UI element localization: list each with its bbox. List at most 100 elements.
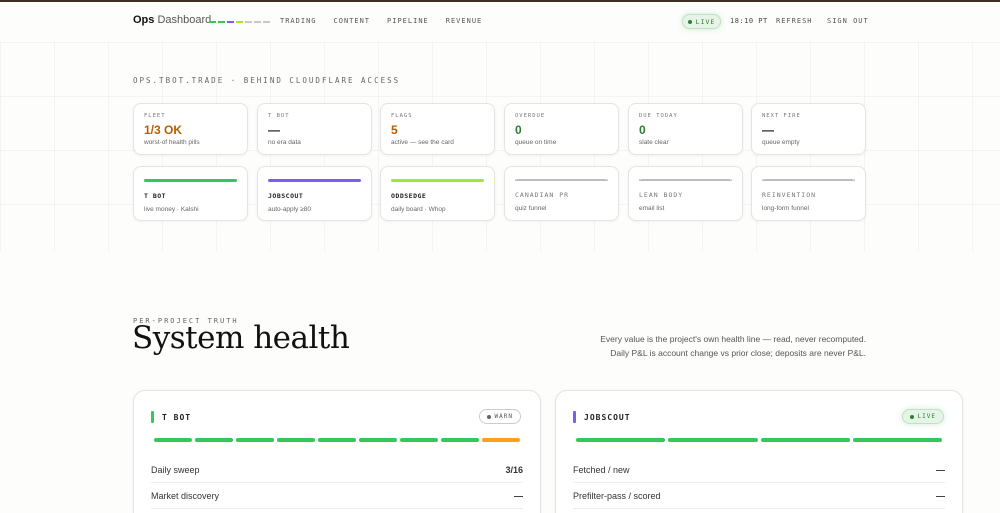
project-sub: long-form funnel	[762, 205, 809, 212]
brand-status-bar	[209, 21, 270, 23]
stat-value: —	[268, 123, 280, 137]
live-dot-icon	[687, 19, 692, 24]
health-segment	[154, 438, 192, 442]
health-segment	[359, 438, 397, 442]
health-row-value: —	[936, 464, 945, 475]
health-row-label: Daily sweep	[151, 464, 200, 475]
health-row-value: —	[936, 490, 945, 501]
brand-bar-segment	[236, 21, 243, 23]
health-segment	[852, 438, 942, 442]
top-nav: Ops Dashboard TRADING CONTENT PIPELINE REVE…	[0, 2, 1000, 40]
stat-sub: worst-of health pills	[144, 139, 200, 146]
project-sub: live money · Kalshi	[144, 206, 199, 213]
section-intro: Every value is the project's own health …	[536, 332, 866, 360]
health-row-value: —	[514, 490, 523, 501]
project-card-oddsedge[interactable]: ODDSEDGE daily board · Whop	[380, 166, 495, 221]
brand-bar-segment	[218, 21, 225, 23]
stat-value: 5	[391, 123, 398, 137]
health-segment	[482, 438, 520, 442]
health-segment	[195, 438, 233, 442]
health-row: Prefilter-pass / scored —	[573, 483, 945, 509]
stat-sub: queue on time	[515, 139, 557, 146]
badge-label: WARN	[494, 413, 513, 420]
stat-card-next-fire: NEXT FIRE — queue empty	[751, 103, 866, 155]
brand-bar-segment	[263, 21, 270, 23]
health-row: Fetched / new —	[573, 457, 945, 483]
health-segment	[236, 438, 274, 442]
brand-bar-segment	[227, 21, 234, 23]
project-sub: auto-apply ≥80	[268, 206, 311, 213]
health-segment	[318, 438, 356, 442]
project-card-t-bot[interactable]: T BOT live money · Kalshi	[133, 166, 248, 221]
stat-label: OVERDUE	[515, 113, 546, 119]
brand-bar-segment	[209, 21, 216, 23]
badge-label: LIVE	[917, 413, 936, 420]
clock: 18:10 PT	[730, 17, 768, 25]
health-card-name: JOBSCOUT	[584, 412, 631, 422]
project-sub: daily board · Whop	[391, 206, 446, 213]
intro-line-1: Every value is the project's own health …	[600, 334, 866, 344]
health-segment	[400, 438, 438, 442]
project-name: REINVENTION	[762, 191, 817, 199]
brand-logo[interactable]: Ops Dashboard	[133, 14, 211, 26]
project-name: ODDSEDGE	[391, 192, 427, 200]
health-segments	[154, 438, 520, 442]
stat-card-flags: FLAGS 5 active — see the card	[380, 103, 495, 155]
project-card-jobscout[interactable]: JOBSCOUT auto-apply ≥80	[257, 166, 372, 221]
stat-card-t-bot: T BOT — no era data	[257, 103, 372, 155]
health-segment	[277, 438, 315, 442]
live-label: LIVE	[695, 17, 716, 26]
stat-card-due-today: DUE TODAY 0 slate clear	[628, 103, 743, 155]
project-status-bar	[391, 179, 484, 182]
project-sub: email list	[639, 205, 665, 212]
nav-link-revenue[interactable]: REVENUE	[446, 17, 483, 25]
health-card-name: T BOT	[162, 412, 192, 422]
health-badge-live: LIVE	[901, 409, 944, 424]
project-status-bar	[639, 179, 732, 181]
brand-rest: Dashboard	[157, 14, 212, 26]
refresh-button[interactable]: REFRESH	[776, 17, 813, 25]
health-segment	[441, 438, 479, 442]
health-row: Daily sweep 3/16	[151, 457, 523, 483]
health-badge-warn: WARN	[478, 409, 521, 424]
brand-bar-segment	[245, 21, 252, 23]
stat-sub: active — see the card	[391, 139, 454, 146]
health-row-label: Prefilter-pass / scored	[573, 490, 661, 501]
project-name: JOBSCOUT	[268, 192, 304, 200]
health-segments	[576, 438, 942, 442]
health-card-title: T BOT	[151, 411, 191, 423]
stat-sub: queue empty	[762, 139, 800, 146]
health-segment	[760, 438, 850, 442]
nav-link-content[interactable]: CONTENT	[334, 17, 371, 25]
project-status-bar	[268, 179, 361, 182]
project-card-reinvention[interactable]: REINVENTION long-form funnel	[751, 166, 866, 221]
health-row-label: Fetched / new	[573, 464, 630, 475]
project-status-bar	[762, 179, 855, 181]
badge-dot-icon	[909, 414, 914, 419]
health-segment	[668, 438, 758, 442]
site-label: OPS.TBOT.TRADE · BEHIND CLOUDFLARE ACCES…	[133, 76, 401, 85]
project-card-canadian-pr[interactable]: CANADIAN PR quiz funnel	[504, 166, 619, 221]
nav-link-trading[interactable]: TRADING	[280, 17, 317, 25]
project-card-lean-body[interactable]: LEAN BODY email list	[628, 166, 743, 221]
section-title: System health	[132, 320, 350, 356]
project-status-bar	[144, 179, 237, 182]
stat-label: T BOT	[268, 113, 290, 119]
project-name: T BOT	[144, 192, 167, 200]
project-sub: quiz funnel	[515, 205, 547, 212]
health-segment	[576, 438, 666, 442]
stat-value: —	[762, 123, 774, 137]
health-row: Market discovery —	[151, 483, 523, 509]
nav-links: TRADING CONTENT PIPELINE REVENUE	[280, 17, 482, 25]
health-card-jobscout: JOBSCOUT LIVE Fetched / new — Prefilter-pass…	[555, 390, 963, 513]
stat-card-overdue: OVERDUE 0 queue on time	[504, 103, 619, 155]
nav-link-pipeline[interactable]: PIPELINE	[387, 17, 429, 25]
stat-label: FLEET	[144, 113, 166, 119]
stat-label: FLAGS	[391, 113, 413, 119]
stat-sub: slate clear	[639, 139, 669, 146]
health-row-value: 3/16	[505, 464, 523, 475]
sign-out-button[interactable]: SIGN OUT	[827, 17, 869, 25]
project-name: CANADIAN PR	[515, 191, 570, 199]
brand-bold: Ops	[133, 14, 155, 26]
project-color-tick	[151, 411, 154, 423]
